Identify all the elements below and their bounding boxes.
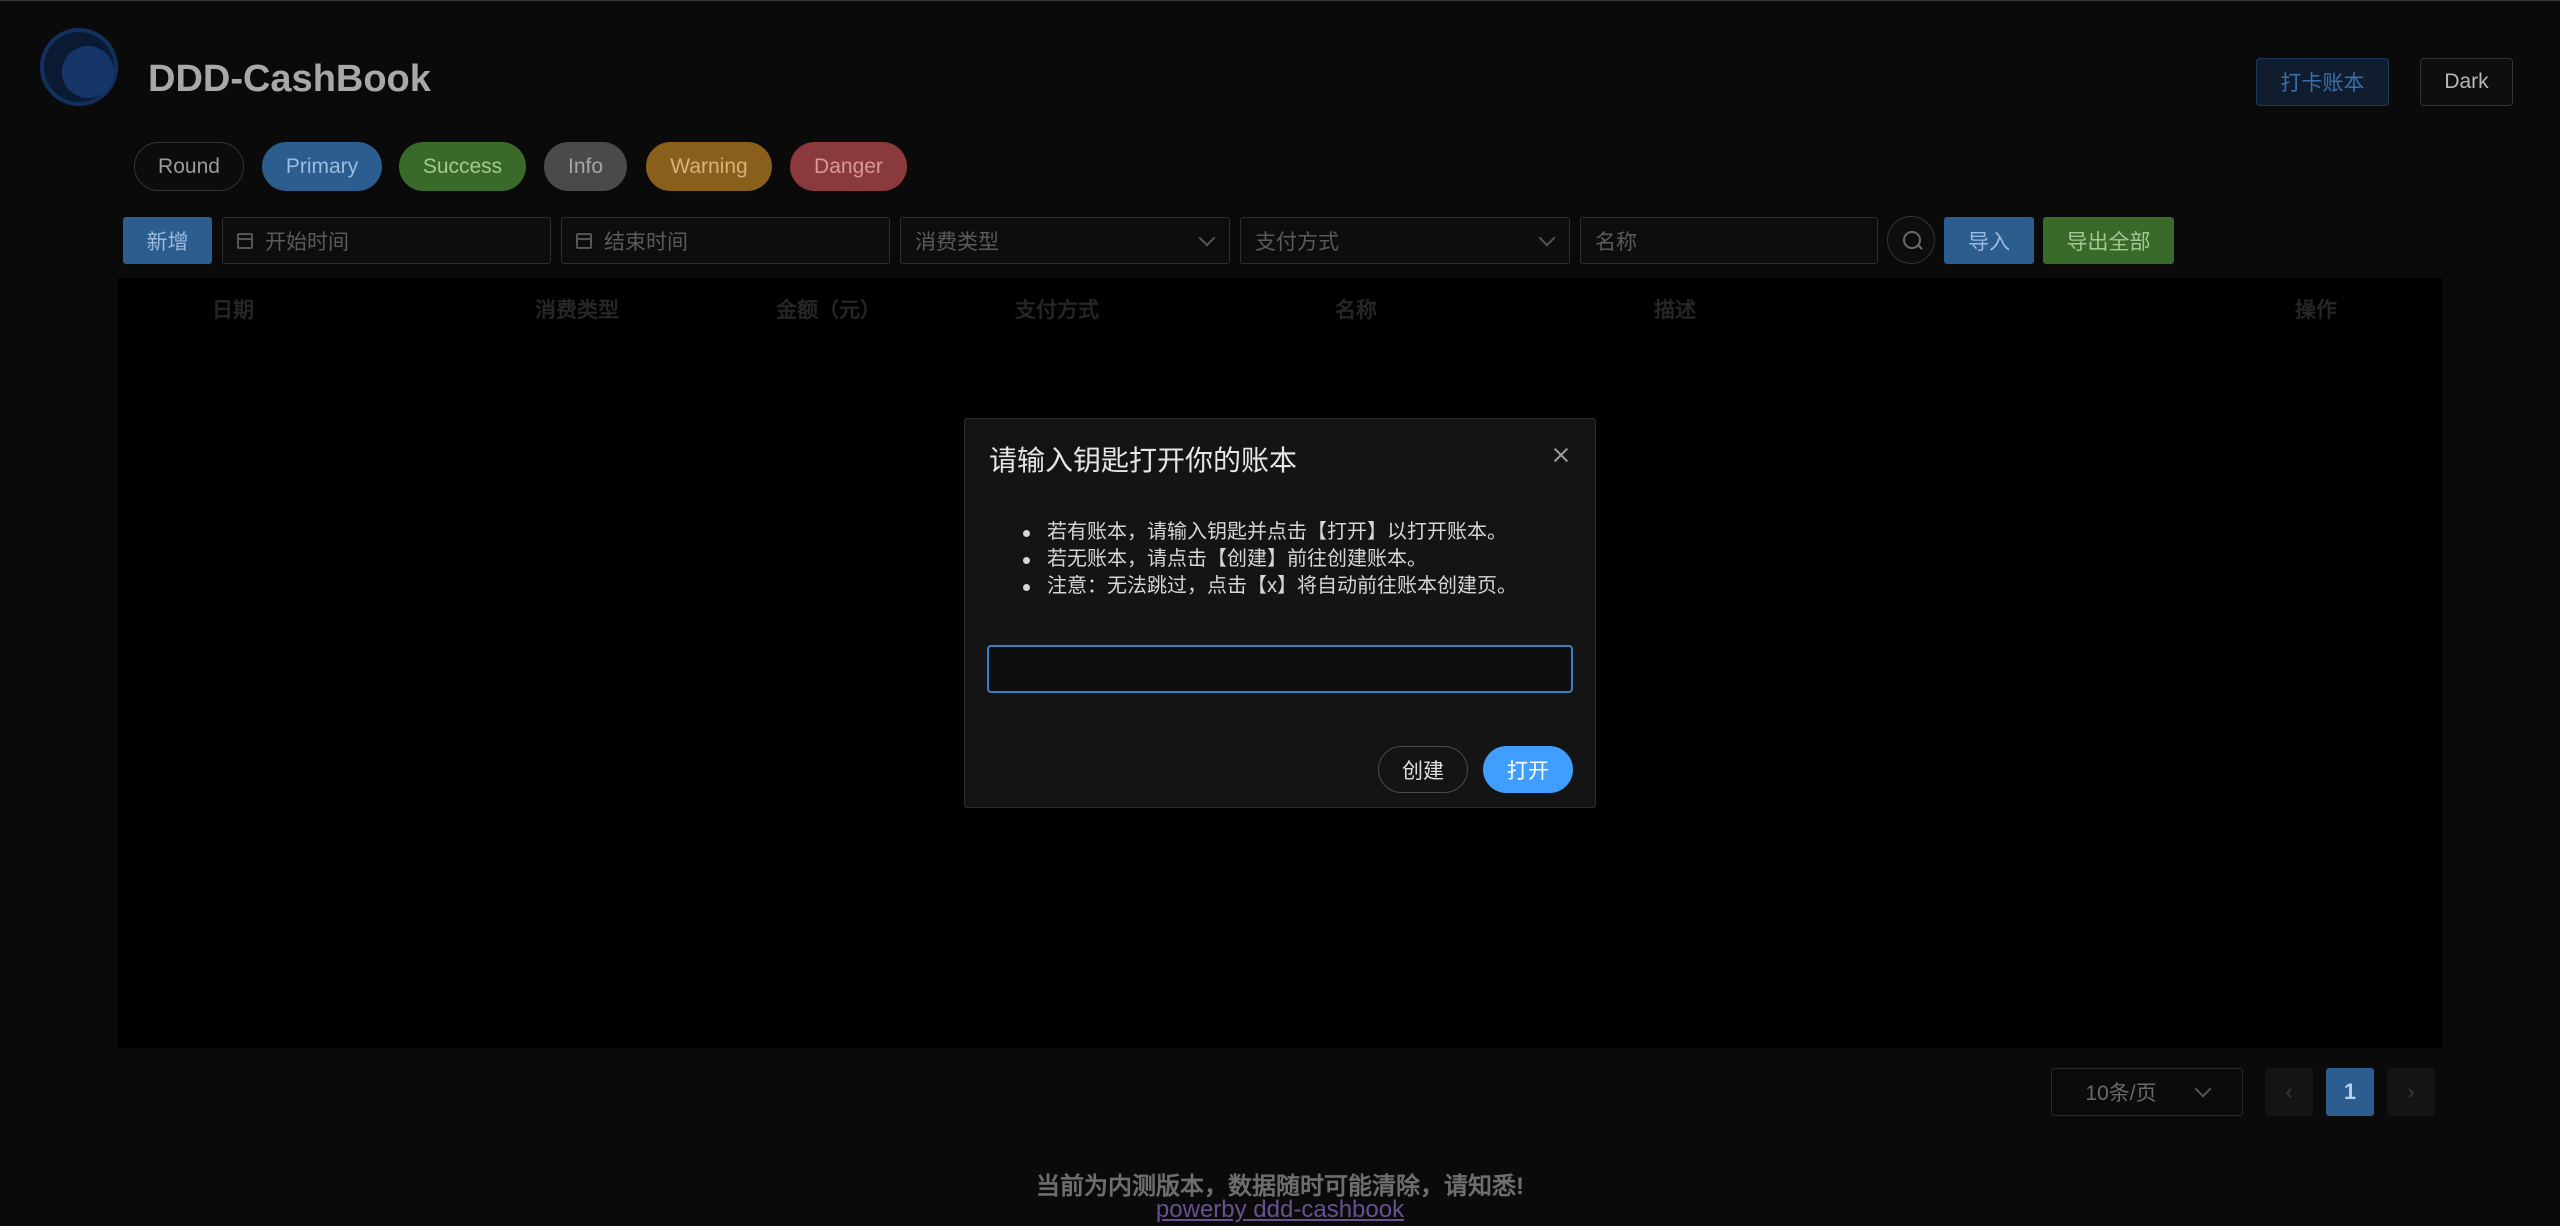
name-input[interactable]: 名称 [1580, 217, 1878, 264]
chevron-down-icon [2194, 1080, 2212, 1098]
next-page-button[interactable]: › [2387, 1068, 2435, 1116]
page-size-select[interactable]: 10条/页 [2051, 1068, 2243, 1116]
powerby-link[interactable]: powerby ddd-cashbook [1156, 1196, 1404, 1223]
theme-toggle-button[interactable]: Dark [2420, 58, 2513, 106]
end-date-placeholder: 结束时间 [604, 230, 688, 254]
chevron-down-icon [1198, 229, 1216, 246]
page-number-current[interactable]: 1 [2326, 1068, 2374, 1116]
prev-page-button[interactable]: ‹ [2265, 1068, 2313, 1116]
instruction-item: 若有账本，请输入钥匙并点击【打开】以打开账本。 [1023, 519, 1517, 546]
column-header-desc: 描述 [1654, 299, 1696, 322]
chevron-right-icon: › [2407, 1079, 2415, 1104]
app-title: DDD-CashBook [148, 58, 431, 100]
column-header-type: 消费类型 [535, 299, 619, 322]
dialog-title: 请输入钥匙打开你的账本 [989, 445, 1298, 476]
info-button[interactable]: Info [544, 142, 627, 191]
name-placeholder: 名称 [1595, 230, 1637, 254]
app-logo [40, 28, 118, 106]
book-key-input[interactable] [987, 645, 1573, 693]
open-button[interactable]: 打开 [1483, 746, 1573, 793]
success-button[interactable]: Success [399, 142, 526, 191]
import-button[interactable]: 导入 [1944, 217, 2034, 264]
round-button[interactable]: Round [134, 142, 244, 191]
consume-type-placeholder: 消费类型 [915, 230, 999, 254]
page-size-value: 10条/页 [2085, 1082, 2157, 1105]
start-date-placeholder: 开始时间 [265, 230, 349, 254]
column-header-action: 操作 [2295, 299, 2337, 322]
add-button[interactable]: 新增 [123, 217, 212, 264]
create-button[interactable]: 创建 [1378, 746, 1468, 793]
instruction-item: 注意：无法跳过，点击【x】将自动前往账本创建页。 [1023, 573, 1517, 600]
punch-book-button[interactable]: 打卡账本 [2256, 58, 2389, 106]
pay-method-placeholder: 支付方式 [1255, 230, 1339, 254]
column-header-payment: 支付方式 [1015, 299, 1099, 322]
calendar-icon [237, 232, 253, 249]
top-border [0, 0, 2560, 1]
warning-button[interactable]: Warning [646, 142, 772, 191]
search-button[interactable] [1887, 216, 1935, 264]
column-header-name: 名称 [1335, 299, 1377, 322]
column-header-amount: 金额（元） [776, 299, 881, 322]
consume-type-select[interactable]: 消费类型 [900, 217, 1230, 264]
danger-button[interactable]: Danger [790, 142, 907, 191]
primary-button[interactable]: Primary [262, 142, 382, 191]
open-book-dialog: 请输入钥匙打开你的账本 若有账本，请输入钥匙并点击【打开】以打开账本。 若无账本… [964, 418, 1596, 808]
start-date-picker[interactable]: 开始时间 [222, 217, 551, 264]
pay-method-select[interactable]: 支付方式 [1240, 217, 1570, 264]
end-date-picker[interactable]: 结束时间 [561, 217, 890, 264]
calendar-icon [576, 232, 592, 249]
powerby-footer: powerby ddd-cashbook [0, 1196, 2560, 1224]
export-all-button[interactable]: 导出全部 [2043, 217, 2174, 264]
chevron-left-icon: ‹ [2285, 1079, 2293, 1104]
column-header-date: 日期 [212, 299, 254, 322]
instruction-item: 若无账本，请点击【创建】前往创建账本。 [1023, 546, 1517, 573]
chevron-down-icon [1538, 229, 1556, 246]
dialog-instructions: 若有账本，请输入钥匙并点击【打开】以打开账本。 若无账本，请点击【创建】前往创建… [1023, 519, 1517, 600]
close-icon[interactable] [1549, 443, 1573, 467]
